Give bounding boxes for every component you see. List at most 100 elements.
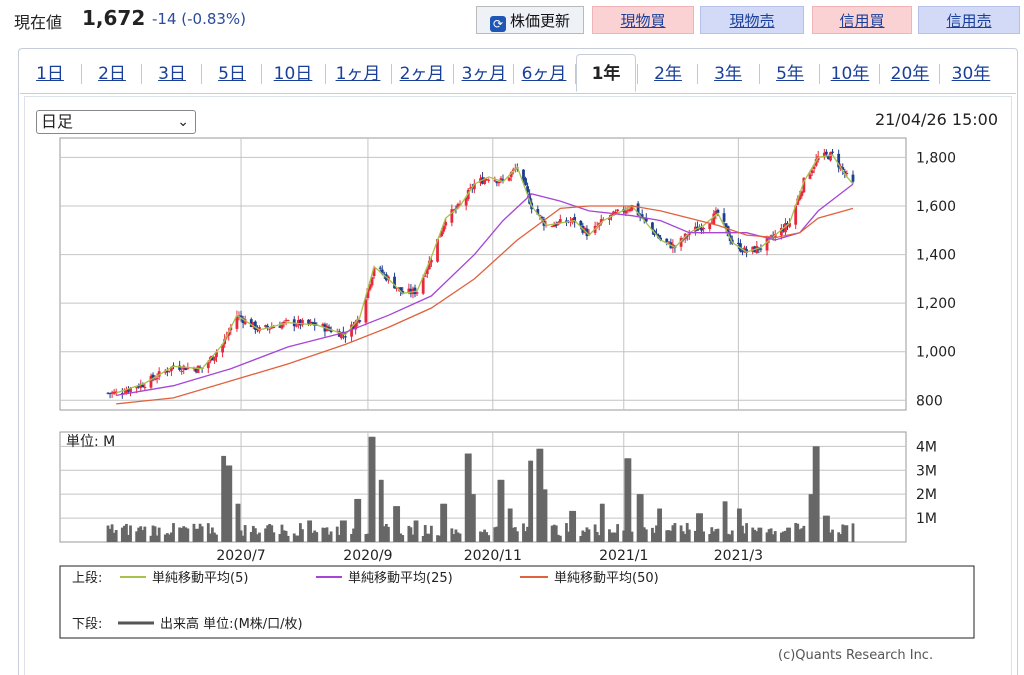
price-tick-label: 1,000: [916, 345, 956, 361]
volume-unit-label: 単位: M: [66, 434, 115, 450]
candle-body: [507, 177, 511, 181]
candle-body: [810, 170, 814, 174]
volume-bar: [558, 535, 562, 542]
legend-lower-label: 下段:: [72, 617, 102, 632]
candle-body: [845, 172, 849, 174]
volume-bar: [157, 527, 161, 542]
x-tick-label: 2020/9: [343, 548, 392, 564]
candle-body: [708, 223, 712, 229]
legend-ma25-label: 単純移動平均(25): [348, 570, 453, 586]
volume-bar: [573, 510, 577, 542]
volume-bar: [730, 530, 734, 542]
volume-bar: [386, 526, 390, 542]
legend-ma5-label: 単純移動平均(5): [152, 570, 248, 586]
price-tick-label: 1,400: [916, 248, 956, 264]
candle-body: [808, 174, 812, 179]
candle-body: [141, 384, 145, 387]
volume-tick-label: 3M: [916, 463, 937, 479]
volume-bar: [429, 525, 433, 542]
legend-upper-label: 上段:: [72, 571, 102, 586]
volume-bar: [472, 494, 476, 542]
candle-body: [831, 151, 834, 153]
candle-body: [344, 336, 347, 338]
volume-bar: [114, 530, 118, 542]
volume-bar: [745, 523, 748, 542]
volume-bar: [329, 531, 333, 542]
volume-bar: [816, 446, 820, 542]
candle-body: [851, 174, 855, 182]
volume-bar: [143, 526, 147, 542]
volume-bar: [200, 526, 204, 542]
price-tick-label: 1,800: [916, 150, 956, 166]
stock-chart: 800 1,000 1,200 1,400 1,600 1,800 1M 2M 3M 4M 単位: …: [59, 137, 975, 639]
volume-bar: [515, 531, 519, 542]
candle-body: [824, 151, 828, 155]
volume-bar: [628, 458, 632, 542]
volume-bar: [301, 529, 304, 542]
candle-body: [759, 248, 763, 250]
volume-bar: [601, 503, 605, 542]
volume-bar: [229, 465, 233, 542]
volume-bar: [759, 527, 763, 542]
volume-bar: [851, 523, 855, 542]
volume-tick-label: 4M: [916, 439, 937, 455]
candle-body: [364, 299, 368, 323]
candle-body: [286, 320, 290, 322]
volume-bar: [415, 520, 419, 542]
x-tick-label: 2021/3: [714, 548, 763, 564]
volume-bar: [530, 460, 534, 542]
volume-bar: [616, 524, 620, 542]
candle-body: [378, 267, 382, 269]
x-tick-label: 2020/7: [216, 548, 265, 564]
volume-bar: [258, 532, 261, 542]
price-tick-label: 1,200: [916, 296, 956, 312]
volume-bar: [831, 529, 834, 542]
volume-bar: [358, 498, 362, 542]
volume-bar: [215, 534, 218, 542]
price-tick-label: 1,600: [916, 199, 956, 215]
candle-body: [268, 328, 272, 330]
volume-bar: [630, 531, 634, 542]
candle-body: [614, 211, 617, 214]
volume-bar: [644, 529, 648, 542]
candle-body: [423, 275, 427, 277]
candle-body: [829, 152, 832, 161]
volume-bar: [286, 535, 290, 542]
volume-bar: [401, 535, 405, 542]
price-tick-label: 800: [916, 393, 943, 409]
candle-body: [579, 220, 583, 226]
volume-bar: [687, 529, 691, 542]
volume-bar: [444, 503, 448, 542]
x-tick-label: 2021/1: [599, 548, 648, 564]
volume-panel: [59, 431, 907, 543]
volume-bar: [458, 533, 462, 542]
candle-body: [616, 209, 620, 212]
volume-tick-label: 2M: [916, 487, 937, 503]
volume-bar: [716, 528, 720, 542]
volume-tick-label: 1M: [916, 511, 937, 527]
candle-body: [180, 370, 184, 372]
candle-body: [294, 325, 298, 327]
candle-body: [153, 379, 157, 381]
candle-body: [722, 213, 726, 222]
legend-ma50-label: 単純移動平均(50): [554, 570, 659, 586]
volume-bar: [129, 525, 132, 542]
candle-body: [497, 181, 501, 184]
volume-bar: [773, 531, 777, 542]
volume-bar: [702, 531, 705, 542]
candle-body: [415, 292, 419, 294]
volume-bar: [673, 523, 677, 542]
volume-bar: [186, 528, 190, 542]
candle-body: [155, 377, 159, 379]
volume-bar: [501, 479, 505, 542]
candle-body: [624, 210, 628, 214]
volume-bar: [659, 508, 663, 542]
volume-bar: [544, 489, 548, 542]
volume-bar: [243, 525, 247, 542]
candle-body: [213, 356, 216, 361]
volume-bar: [587, 529, 591, 542]
volume-bar: [315, 532, 319, 542]
volume-bar: [272, 532, 276, 542]
candle-body: [702, 228, 705, 230]
candle-body: [143, 387, 147, 389]
